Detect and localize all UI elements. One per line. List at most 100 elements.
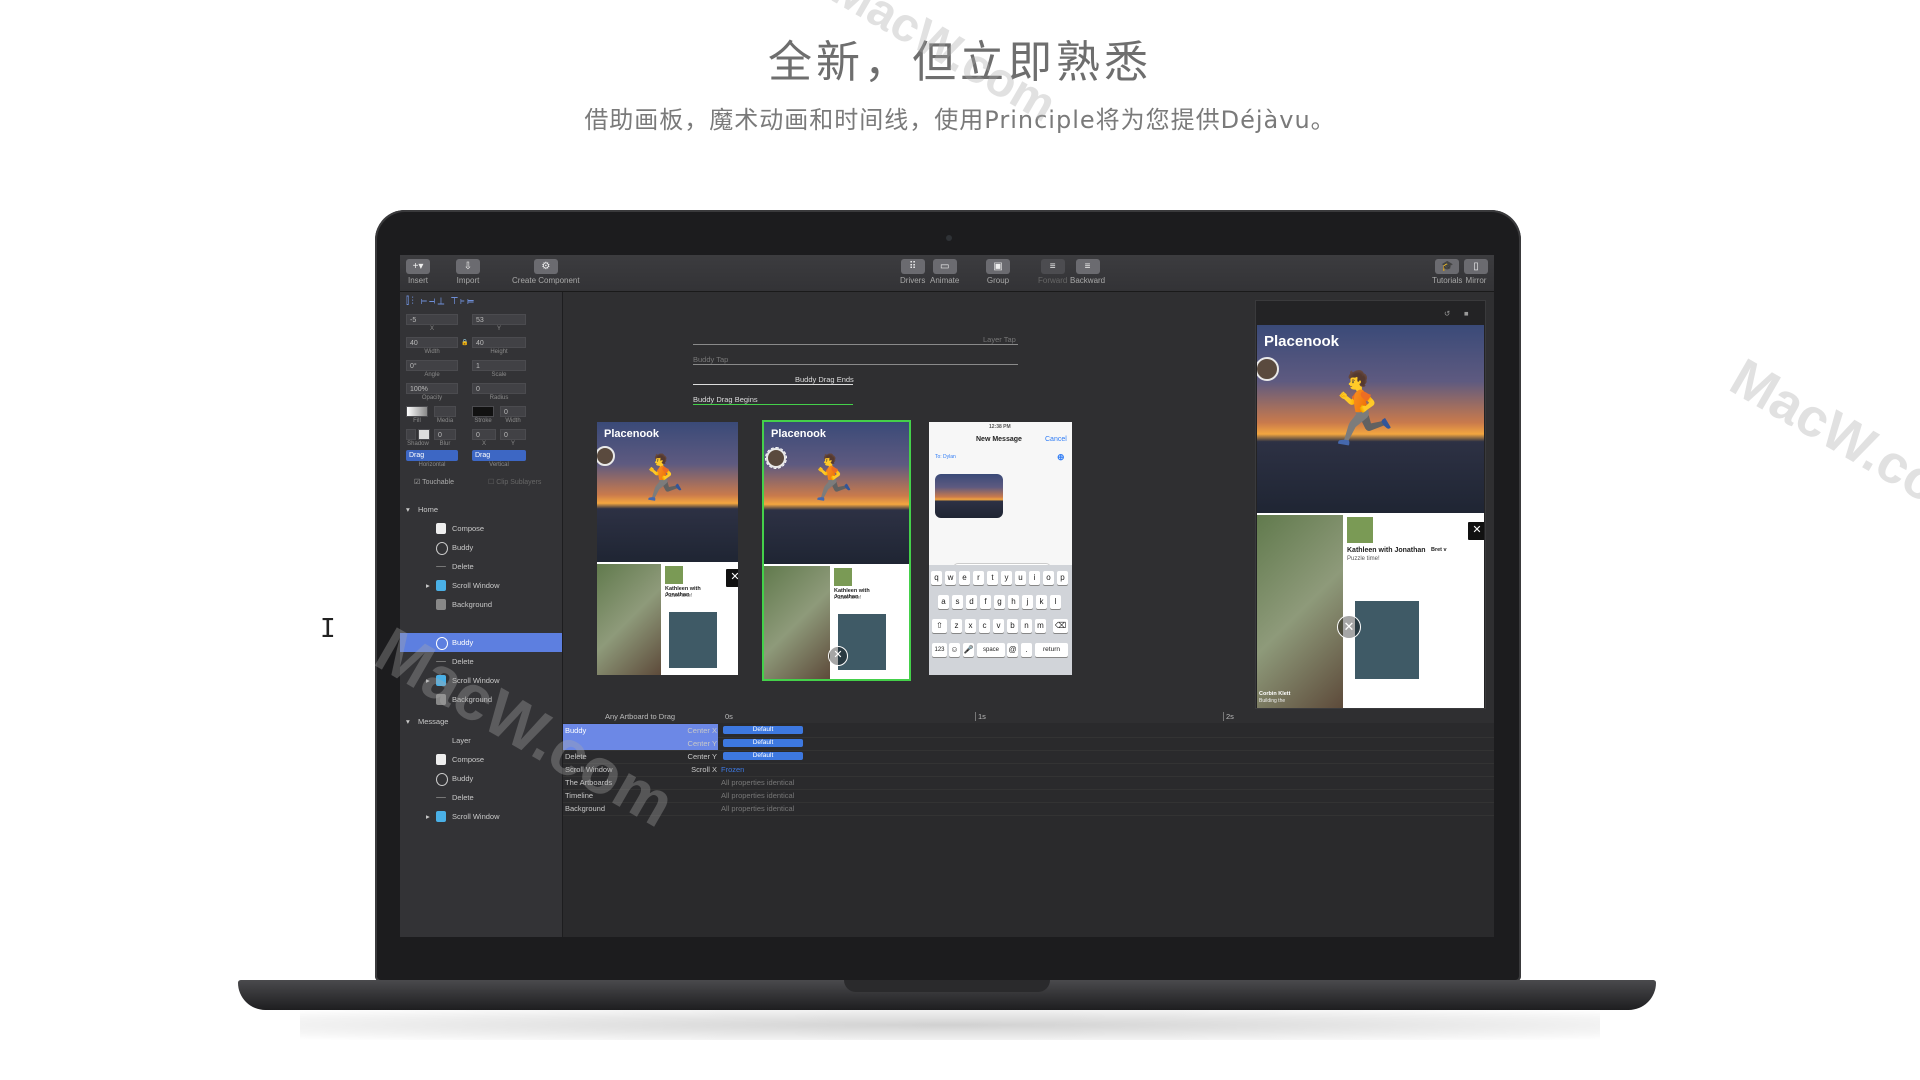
layer-group-message[interactable]: ▾ Message (400, 712, 562, 731)
layer-item[interactable]: Compose (400, 519, 562, 538)
opacity-field[interactable]: 100% (406, 383, 458, 394)
return-key[interactable]: return (1035, 643, 1068, 657)
stroke-swatch[interactable] (472, 406, 494, 417)
curve-bar[interactable]: Default (723, 752, 803, 760)
layer-item[interactable]: Layer (400, 731, 562, 750)
drivers-button[interactable]: ⠿ Drivers (900, 259, 925, 285)
animate-button[interactable]: ▭ Animate (930, 259, 959, 285)
key-f[interactable]: f (980, 595, 991, 609)
key-m[interactable]: m (1035, 619, 1046, 633)
import-button[interactable]: ⇩ Import (456, 259, 480, 285)
layer-item[interactable]: Delete (400, 652, 562, 671)
at-key[interactable]: @ (1007, 643, 1018, 657)
key-i[interactable]: i (1029, 571, 1040, 585)
key-a[interactable]: a (938, 595, 949, 609)
angle-field[interactable]: 0° (406, 360, 458, 371)
key-s[interactable]: s (952, 595, 963, 609)
shadow-x-field[interactable]: 0 (472, 429, 496, 440)
key-d[interactable]: d (966, 595, 977, 609)
alignment-icons[interactable]: ⫿⫶ ⊢⊣⊥ ⊤⊦⊨ (406, 296, 556, 308)
artboard-message[interactable]: 12:38 PM New Message Cancel To: Dylan ⊕ … (929, 422, 1072, 675)
shadow-y-field[interactable]: 0 (500, 429, 526, 440)
group-button[interactable]: ▣ Group (986, 259, 1010, 285)
horizontal-select[interactable]: Drag (406, 450, 458, 461)
key-z[interactable]: z (951, 619, 962, 633)
key-r[interactable]: r (973, 571, 984, 585)
add-contact-icon[interactable]: ⊕ (1057, 452, 1065, 463)
scale-field[interactable]: 1 (472, 360, 526, 371)
key-o[interactable]: o (1043, 571, 1054, 585)
space-key[interactable]: space (977, 643, 1005, 657)
buddy-drag-begins-arrow[interactable] (693, 404, 853, 405)
layer-item[interactable]: Buddy (400, 769, 562, 788)
key-q[interactable]: q (931, 571, 942, 585)
vertical-select[interactable]: Drag (472, 450, 526, 461)
artboard-home-active[interactable]: 🏃 Placenook Kathleen with Jonathan Puzzl… (762, 420, 911, 681)
mic-key[interactable]: 🎤 (963, 643, 974, 657)
key-k[interactable]: k (1036, 595, 1047, 609)
key-n[interactable]: n (1021, 619, 1032, 633)
avatar-selected[interactable] (765, 447, 787, 469)
layer-item[interactable]: Compose (400, 750, 562, 769)
reset-icon[interactable]: ↺ (1444, 309, 1450, 318)
close-icon[interactable]: ✕ (725, 568, 738, 588)
curve-bar[interactable]: Default (723, 726, 803, 734)
key-t[interactable]: t (987, 571, 998, 585)
shadow-swatch[interactable] (418, 429, 430, 440)
layer-item[interactable]: ▸ Scroll Window (400, 576, 562, 595)
layer-item[interactable]: Background (400, 690, 562, 709)
backspace-key[interactable]: ⌫ (1053, 619, 1068, 633)
timeline-row[interactable]: Scroll Window Scroll X Frozen (563, 763, 1494, 777)
blur-field[interactable]: 0 (434, 429, 456, 440)
layer-item[interactable]: ▸ Scroll Window (400, 671, 562, 690)
timeline-row[interactable]: The Artboards All properties identical (563, 776, 1494, 790)
key-g[interactable]: g (994, 595, 1005, 609)
timeline-row[interactable]: Timeline All properties identical (563, 789, 1494, 803)
timeline-row[interactable]: Delete Center Y Default (563, 750, 1494, 764)
key-u[interactable]: u (1015, 571, 1026, 585)
y-field[interactable]: 53 (472, 314, 526, 325)
dot-key[interactable]: . (1021, 643, 1032, 657)
tutorials-button[interactable]: 🎓 Tutorials (1432, 259, 1462, 285)
buddy-drag-ends-arrow[interactable] (693, 384, 853, 385)
media-swatch[interactable] (434, 406, 456, 417)
key-c[interactable]: c (979, 619, 990, 633)
height-field[interactable]: 40 (472, 337, 526, 348)
layer-item[interactable]: Background (400, 595, 562, 614)
touchable-checkbox[interactable]: ☑ Touchable (414, 478, 454, 486)
key-y[interactable]: y (1001, 571, 1012, 585)
mirror-button[interactable]: ▯ Mirror (1464, 259, 1488, 285)
preview-screen[interactable]: 🏃 Placenook Corbin Klett Building the Ka… (1257, 325, 1484, 708)
insert-button[interactable]: +▾ Insert (406, 259, 430, 285)
key-v[interactable]: v (993, 619, 1004, 633)
cancel-button[interactable]: Cancel (1045, 436, 1067, 443)
shadow-checkbox[interactable] (406, 429, 416, 440)
to-field[interactable]: To: Dylan (935, 454, 956, 460)
create-component-button[interactable]: ⚙ Create Component (512, 259, 580, 285)
lock-icon[interactable]: 🔒 (460, 339, 470, 346)
width-field[interactable]: 40 (406, 337, 458, 348)
layer-item[interactable]: ▸ Scroll Window (400, 807, 562, 826)
shift-key[interactable]: ⇧ (932, 619, 947, 633)
x-field[interactable]: -5 (406, 314, 458, 325)
key-l[interactable]: l (1050, 595, 1061, 609)
delete-icon[interactable]: ✕ (1337, 615, 1361, 639)
timeline-row[interactable]: Center Y Default (563, 737, 1494, 751)
backward-button[interactable]: ≡ Backward (1070, 259, 1105, 285)
layer-item[interactable]: Delete (400, 788, 562, 807)
curve-bar[interactable]: Default (723, 739, 803, 747)
layer-group-home[interactable]: ▾ Home (400, 500, 562, 519)
fill-swatch[interactable] (406, 406, 428, 417)
layer-item[interactable]: Delete (400, 557, 562, 576)
key-w[interactable]: w (945, 571, 956, 585)
stroke-width-field[interactable]: 0 (500, 406, 526, 417)
artboard-home[interactable]: 🏃 Placenook Kathleen with Jonathan Puzzl… (597, 422, 738, 675)
emoji-key[interactable]: ☺ (949, 643, 960, 657)
timeline-row[interactable]: Buddy Center X Default (563, 724, 1494, 738)
clip-sublayers-checkbox[interactable]: ☐ Clip Sublayers (488, 478, 541, 486)
layer-tap-arrow[interactable] (693, 344, 1018, 345)
close-icon[interactable]: ✕ (1467, 521, 1484, 541)
key-p[interactable]: p (1057, 571, 1068, 585)
key-b[interactable]: b (1007, 619, 1018, 633)
buddy-tap-arrow[interactable] (693, 364, 1018, 365)
